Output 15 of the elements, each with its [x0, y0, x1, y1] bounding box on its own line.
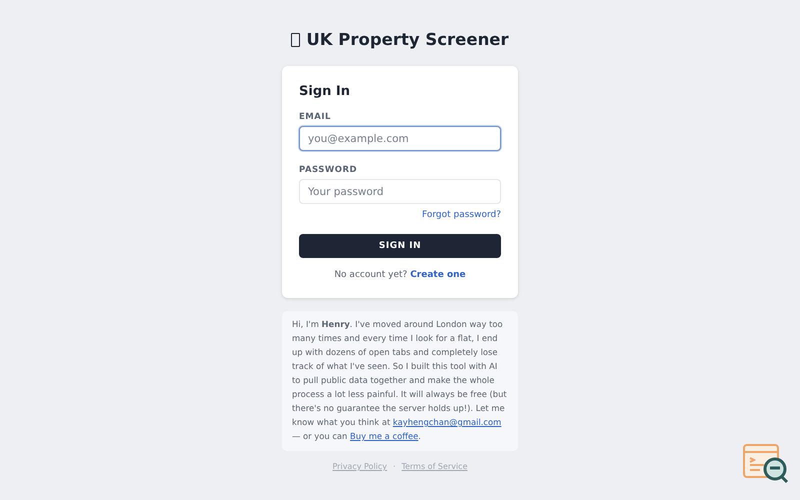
- password-field[interactable]: Your password: [299, 179, 501, 204]
- create-account-link[interactable]: Create one: [410, 270, 466, 280]
- email-field[interactable]: you@example.com: [299, 126, 501, 151]
- separator-dot: ·: [393, 462, 396, 471]
- signup-prompt: No account yet?: [334, 270, 408, 280]
- forgot-password-link[interactable]: Forgot password?: [299, 210, 501, 220]
- field-label: PASSWORD: [299, 165, 358, 175]
- app-title: UK Property Screener: [306, 30, 509, 49]
- email-link[interactable]: kayhengchan@gmail.com: [392, 417, 502, 427]
- field-label: EMAIL: [299, 112, 332, 122]
- bio-paragraph: Hi, I'm Henry. I've moved around London way too many times and every time I look for a flat, I end up with dozens of open tabs and completely lose track of what I've seen. So I built this tool with AI to pull public data together and make the whole process a lot less painful. It will always be free (but there's no guarantee the server holds up!). Let me know what you think at kayhengchan@gmail.com — or you can Buy me a coffee.: [292, 318, 508, 443]
- sign-in-button[interactable]: SIGN IN: [299, 234, 501, 258]
- card-heading: Sign In: [299, 84, 351, 99]
- coffee-link[interactable]: Buy me a coffee: [350, 431, 418, 441]
- missing-glyph-icon: [291, 32, 300, 46]
